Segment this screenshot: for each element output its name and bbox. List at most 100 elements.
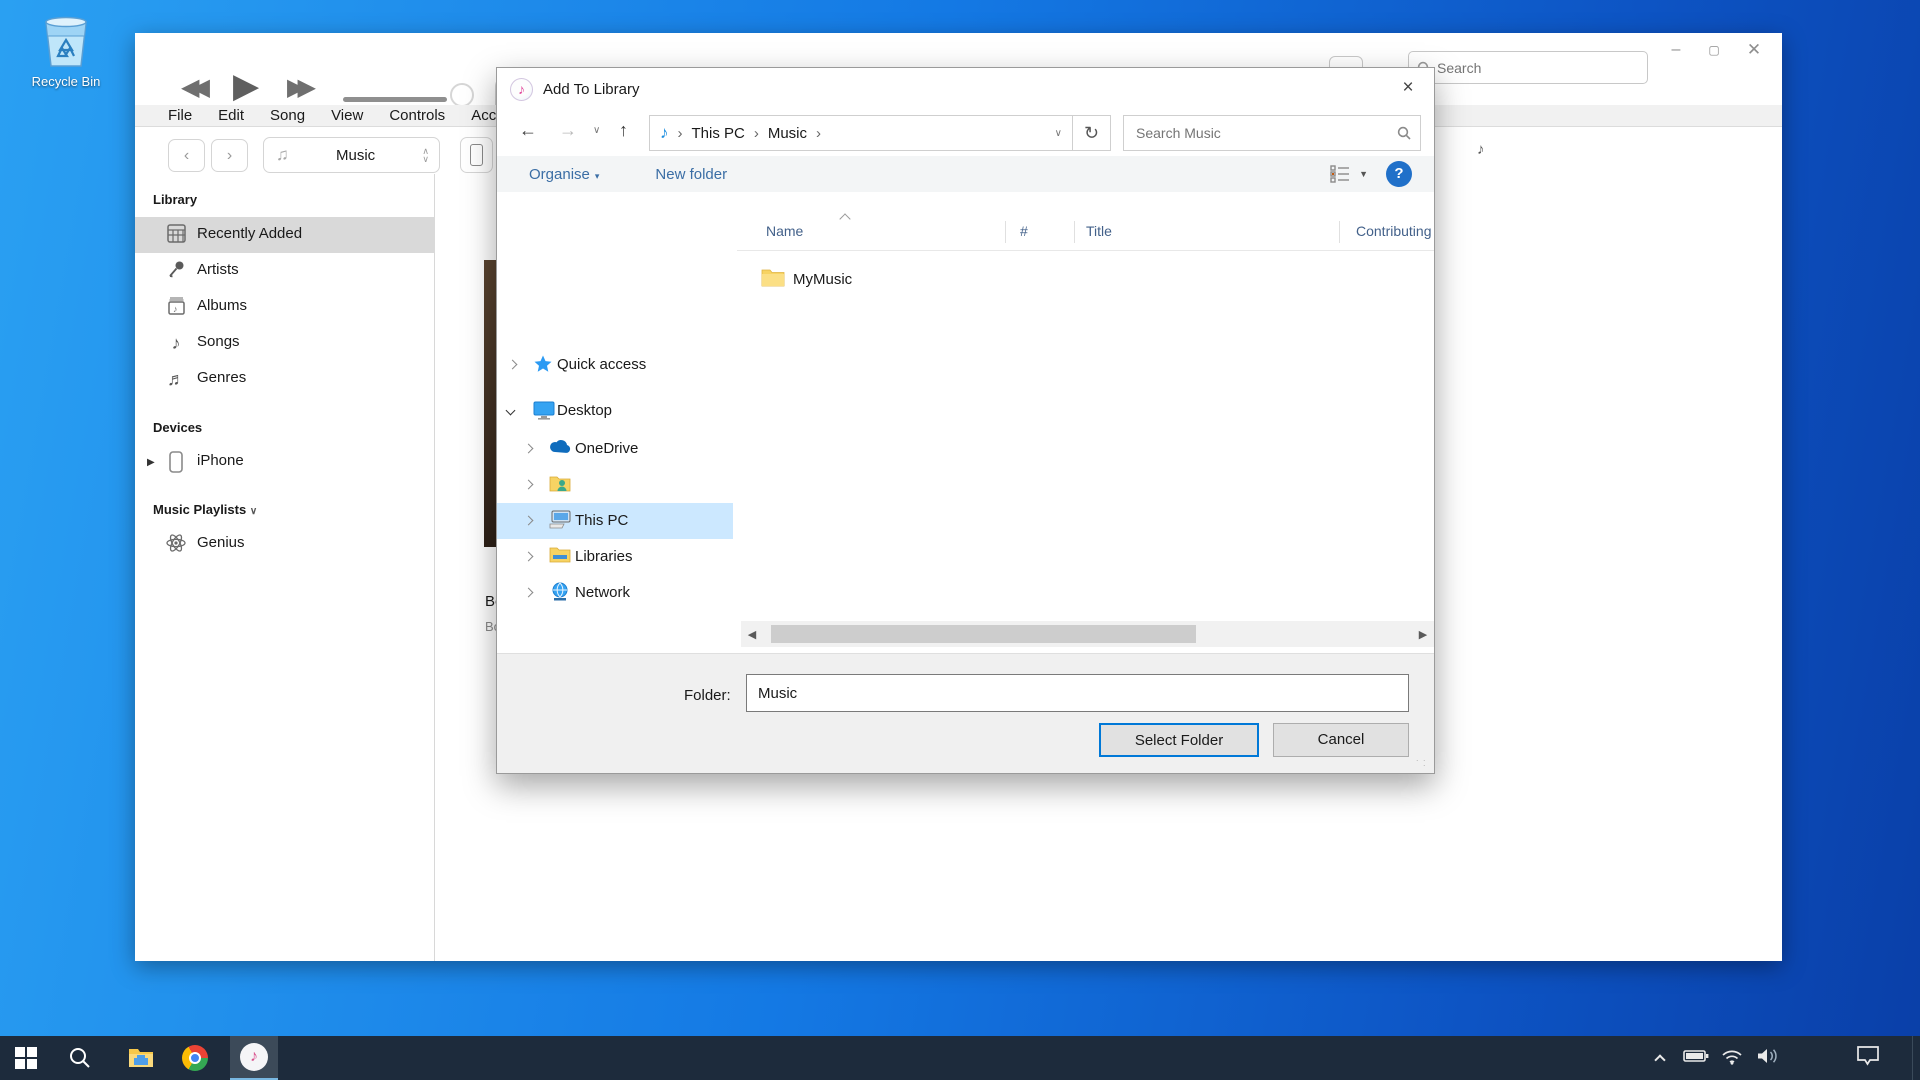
recycle-bin[interactable]: Recycle Bin bbox=[18, 12, 114, 89]
column-contributing-artists[interactable]: Contributing artists bbox=[1356, 223, 1434, 239]
itunes-search-box[interactable] bbox=[1408, 51, 1648, 84]
nav-forward-icon[interactable]: → bbox=[559, 120, 577, 141]
chevron-up-icon bbox=[1654, 1054, 1665, 1065]
file-explorer-button[interactable] bbox=[117, 1036, 165, 1080]
dialog-search-input[interactable] bbox=[1136, 125, 1397, 141]
taskbar-search-button[interactable] bbox=[56, 1036, 104, 1080]
show-desktop-button[interactable] bbox=[1912, 1036, 1920, 1080]
column-number[interactable]: # bbox=[1020, 223, 1028, 239]
sidebar-item-songs[interactable]: ♪ Songs bbox=[135, 325, 435, 361]
nav-up-icon[interactable]: ↑ bbox=[619, 120, 628, 141]
volume-icon[interactable] bbox=[1750, 1047, 1786, 1070]
scroll-left-icon[interactable]: ◀ bbox=[741, 628, 763, 641]
devices-header: Devices bbox=[153, 420, 202, 435]
select-folder-button[interactable]: Select Folder bbox=[1099, 723, 1259, 757]
itunes-taskbar-button[interactable]: ♪ bbox=[230, 1036, 278, 1080]
maximize-button[interactable]: ▢ bbox=[1697, 37, 1731, 63]
dialog-title-bar[interactable]: ♪ Add To Library × bbox=[497, 68, 1434, 110]
sort-ascending-icon bbox=[839, 213, 850, 224]
tree-item-onedrive[interactable]: OneDrive bbox=[497, 431, 733, 467]
quick-access-star-icon bbox=[533, 354, 555, 376]
volume-slider[interactable] bbox=[343, 97, 447, 102]
rewind-button[interactable]: ◀◀ bbox=[181, 73, 202, 102]
scroll-right-icon[interactable]: ▶ bbox=[1412, 628, 1434, 641]
action-center-button[interactable] bbox=[1850, 1046, 1886, 1071]
breadcrumb-this-pc[interactable]: This PC bbox=[692, 125, 745, 142]
device-button[interactable] bbox=[460, 137, 493, 173]
battery-icon[interactable] bbox=[1678, 1049, 1714, 1068]
itunes-search-input[interactable] bbox=[1437, 60, 1617, 76]
menu-controls[interactable]: Controls bbox=[376, 107, 458, 124]
help-button[interactable]: ? bbox=[1386, 161, 1412, 187]
folder-name-input[interactable] bbox=[746, 674, 1409, 712]
start-button[interactable] bbox=[2, 1036, 50, 1080]
details-view-icon[interactable] bbox=[1329, 163, 1351, 185]
dialog-close-icon[interactable]: × bbox=[1386, 68, 1430, 108]
back-button[interactable]: ‹ bbox=[168, 139, 205, 172]
column-title[interactable]: Title bbox=[1086, 223, 1112, 239]
horizontal-scrollbar[interactable]: ◀ ▶ bbox=[741, 621, 1434, 647]
sidebar-item-genres[interactable]: ♬ Genres bbox=[135, 361, 435, 397]
close-button[interactable]: ✕ bbox=[1737, 37, 1771, 63]
sidebar-item-artists[interactable]: Artists bbox=[135, 253, 435, 289]
tree-item-libraries[interactable]: Libraries bbox=[497, 539, 733, 575]
chevron-right-icon[interactable] bbox=[524, 516, 534, 526]
play-button[interactable]: ▶ bbox=[233, 66, 259, 106]
wifi-icon[interactable] bbox=[1714, 1047, 1750, 1070]
nav-back-icon[interactable]: ← bbox=[519, 120, 537, 141]
chevron-right-icon[interactable] bbox=[508, 360, 518, 370]
media-kind-selector[interactable]: ♫ Music ∧∨ bbox=[263, 137, 440, 173]
folder-icon bbox=[761, 268, 785, 293]
minimize-button[interactable]: – bbox=[1659, 37, 1693, 63]
chevron-down-icon[interactable] bbox=[506, 406, 516, 416]
column-name[interactable]: Name bbox=[766, 223, 803, 239]
chevron-right-icon[interactable] bbox=[524, 552, 534, 562]
scrollbar-track[interactable] bbox=[763, 621, 1412, 647]
forward-button[interactable]: › bbox=[211, 139, 248, 172]
new-folder-button[interactable]: New folder bbox=[655, 166, 727, 183]
organise-button[interactable]: Organise▾ bbox=[529, 166, 599, 183]
address-bar[interactable]: ♪ › This PC › Music › ∨ bbox=[649, 115, 1073, 151]
music-playlists-header[interactable]: Music Playlists ∨ bbox=[153, 502, 257, 517]
sidebar-item-albums[interactable]: ♪ Albums bbox=[135, 289, 435, 325]
itunes-icon: ♪ bbox=[240, 1043, 268, 1071]
tree-item-user-folder[interactable] bbox=[497, 467, 733, 503]
chevron-right-icon[interactable] bbox=[524, 444, 534, 454]
menu-edit[interactable]: Edit bbox=[205, 107, 257, 124]
chevron-right-icon[interactable] bbox=[524, 480, 534, 490]
resize-grip[interactable]: . . . bbox=[1416, 756, 1428, 768]
menu-view[interactable]: View bbox=[318, 107, 376, 124]
sidebar-item-genius[interactable]: Genius bbox=[135, 526, 435, 562]
nav-history-chevron-icon[interactable]: ∨ bbox=[593, 125, 600, 136]
chevron-right-icon[interactable] bbox=[524, 588, 534, 598]
show-hidden-icons-button[interactable] bbox=[1642, 1052, 1678, 1064]
itunes-sidebar: Library Recently Added Artists ♪ Albums bbox=[135, 174, 435, 961]
menu-file[interactable]: File bbox=[155, 107, 205, 124]
refresh-button[interactable]: ↻ bbox=[1073, 115, 1111, 151]
menu-song[interactable]: Song bbox=[257, 107, 318, 124]
music-note-icon: ♫ bbox=[276, 145, 289, 165]
recycle-bin-icon bbox=[40, 12, 92, 70]
scrollbar-thumb[interactable] bbox=[771, 625, 1196, 643]
tree-item-network[interactable]: Network bbox=[497, 575, 733, 611]
address-dropdown-icon[interactable]: ∨ bbox=[1055, 128, 1062, 139]
tree-item-desktop[interactable]: Desktop bbox=[497, 393, 733, 429]
sidebar-item-iphone[interactable]: ▶ iPhone bbox=[135, 444, 435, 480]
tree-item-quick-access[interactable]: Quick access bbox=[497, 347, 733, 383]
file-row-mymusic[interactable]: MyMusic bbox=[737, 264, 1237, 296]
cancel-button[interactable]: Cancel bbox=[1273, 723, 1409, 757]
album-art-partial[interactable] bbox=[484, 260, 496, 547]
tree-item-this-pc[interactable]: This PC bbox=[497, 503, 733, 539]
breadcrumb-separator: › bbox=[754, 125, 759, 142]
fast-forward-button[interactable]: ▶▶ bbox=[287, 73, 308, 102]
user-folder-icon bbox=[549, 474, 571, 496]
view-dropdown-icon[interactable]: ▼ bbox=[1359, 169, 1368, 179]
breadcrumb-music[interactable]: Music bbox=[768, 125, 807, 142]
dialog-search-box[interactable] bbox=[1123, 115, 1421, 151]
sidebar-item-recently-added[interactable]: Recently Added bbox=[135, 217, 435, 253]
chrome-button[interactable] bbox=[171, 1036, 219, 1080]
dialog-footer: Folder: Select Folder Cancel . . . bbox=[497, 653, 1434, 773]
sidebar-item-label: Recently Added bbox=[197, 225, 302, 242]
disclosure-triangle-icon[interactable]: ▶ bbox=[147, 457, 155, 468]
music-note-icon: ♪ bbox=[660, 123, 669, 143]
